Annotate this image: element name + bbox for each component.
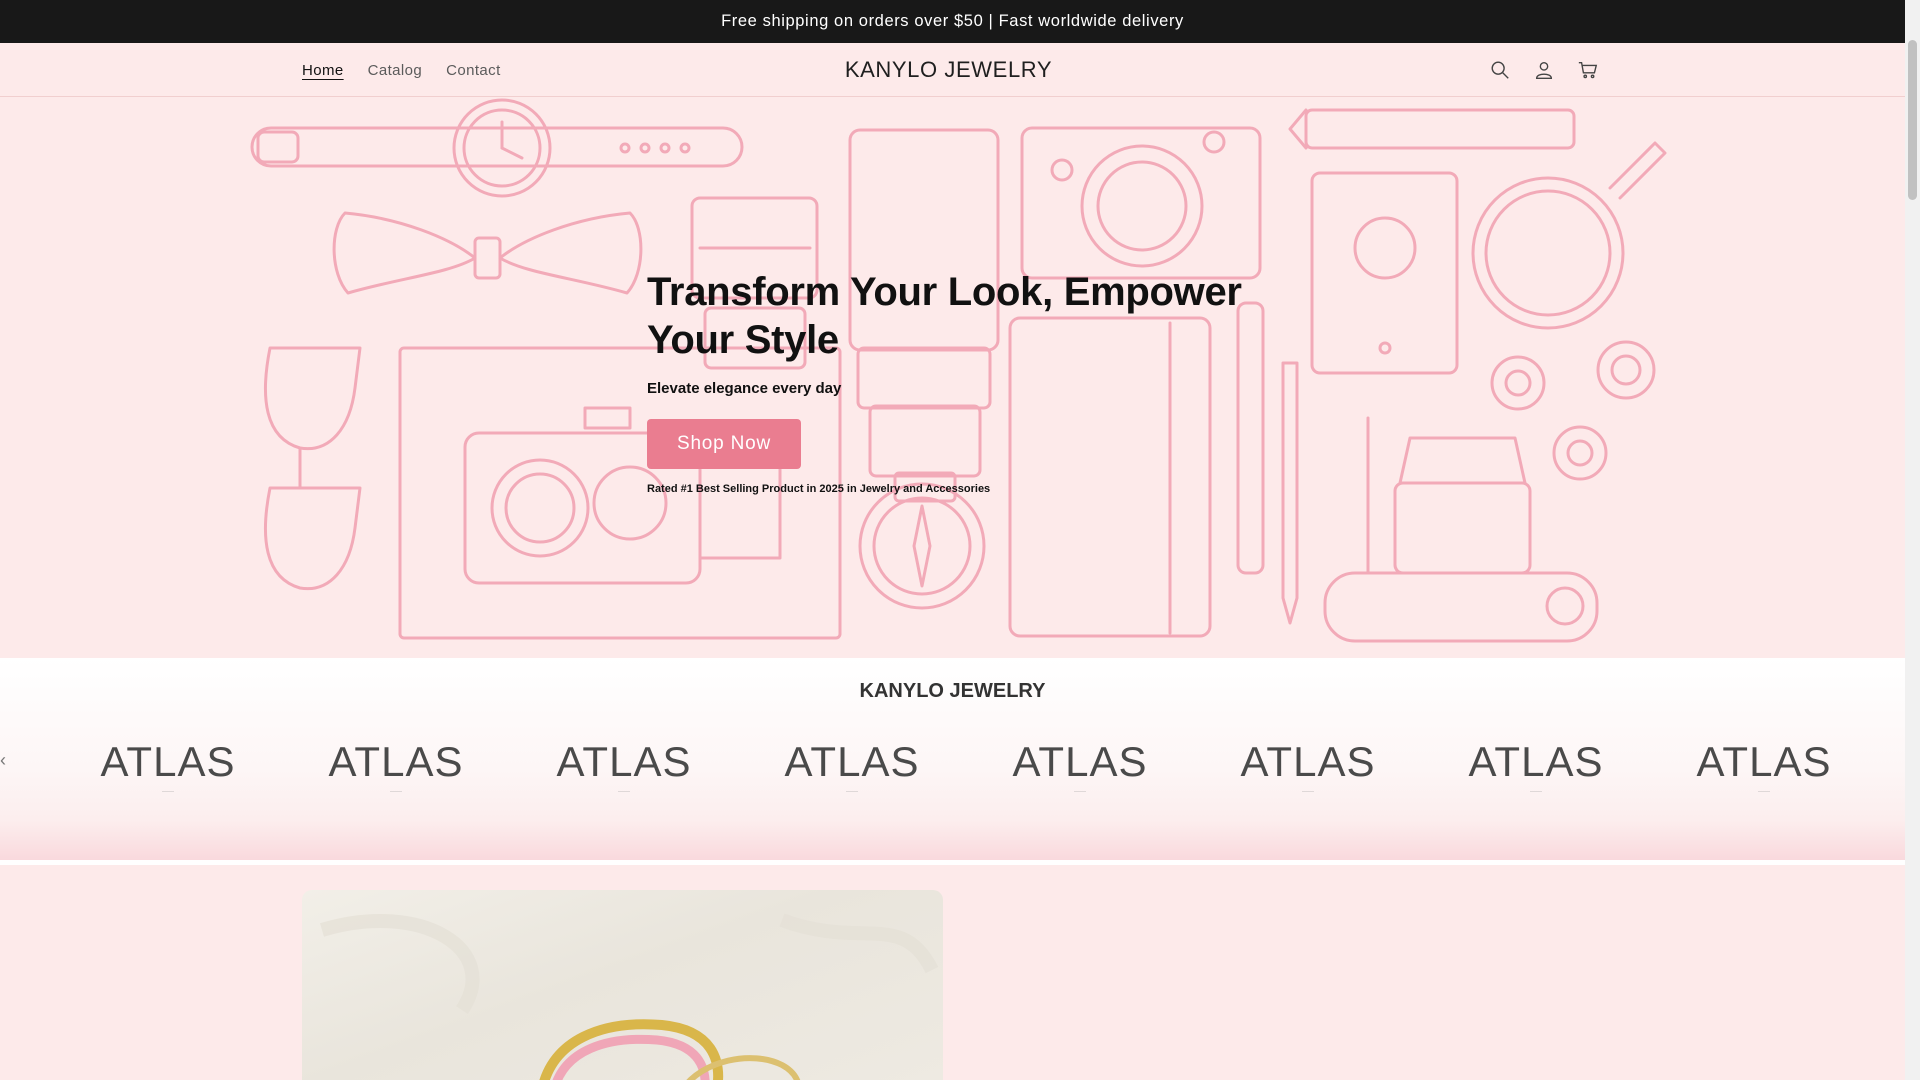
hero-title: Transform Your Look, Empower Your Style	[647, 270, 1242, 362]
brand-logo[interactable]: ATLAS ———	[1228, 738, 1388, 818]
hero-subtitle: Elevate elegance every day	[647, 380, 842, 397]
store-logo[interactable]: KANYLO JEWELRY	[845, 57, 1052, 83]
brand-logo[interactable]: ATLAS ———	[544, 738, 704, 818]
announcement-bar: Free shipping on orders over $50 | Fast …	[0, 0, 1905, 43]
account-icon[interactable]	[1532, 58, 1556, 82]
brand-logo[interactable]: ATLAS ———	[316, 738, 476, 818]
featured-product-image[interactable]	[302, 890, 943, 1080]
brands-title: KANYLO JEWELRY	[859, 680, 1046, 702]
nav-catalog-link[interactable]: Catalog	[368, 62, 423, 79]
scrollbar-thumb[interactable]	[1908, 40, 1917, 200]
search-icon[interactable]	[1488, 58, 1512, 82]
store-logo-wrap: KANYLO JEWELRY	[0, 43, 1897, 97]
hero-content: Transform Your Look, Empower Your Style …	[647, 268, 1267, 495]
shop-now-button[interactable]: Shop Now	[647, 419, 801, 469]
main-nav: Home Catalog Contact	[302, 43, 501, 97]
cart-icon[interactable]	[1576, 58, 1600, 82]
brand-logo[interactable]: ATLAS ———	[88, 738, 248, 818]
brand-logo[interactable]: ATLAS ———	[1456, 738, 1616, 818]
header-icons	[1488, 43, 1600, 97]
brand-logos-section: KANYLO JEWELRY ‹ ATLAS ——— ATLAS ——— ATLAS…	[0, 658, 1905, 860]
nav-home-link[interactable]: Home	[302, 62, 344, 79]
hero-banner: Transform Your Look, Empower Your Style …	[0, 98, 1905, 658]
page-scrollbar[interactable]	[1905, 0, 1920, 1080]
hero-rating-note: Rated #1 Best Selling Product in 2025 in…	[647, 483, 991, 495]
brand-logo[interactable]: ATLAS ———	[1684, 738, 1844, 818]
brand-logo[interactable]: ATLAS ———	[772, 738, 932, 818]
featured-section	[0, 865, 1905, 1080]
brand-logo[interactable]: ATLAS ———	[1000, 738, 1160, 818]
announcement-text: Free shipping on orders over $50 | Fast …	[721, 12, 1184, 30]
brand-carousel: ATLAS ——— ATLAS ——— ATLAS ——— ATLAS ——— ATLA…	[0, 738, 1905, 818]
bracelet-image	[319, 913, 939, 1080]
nav-contact-link[interactable]: Contact	[446, 62, 501, 79]
site-header: Home Catalog Contact KANYLO JEWELRY	[0, 43, 1905, 97]
